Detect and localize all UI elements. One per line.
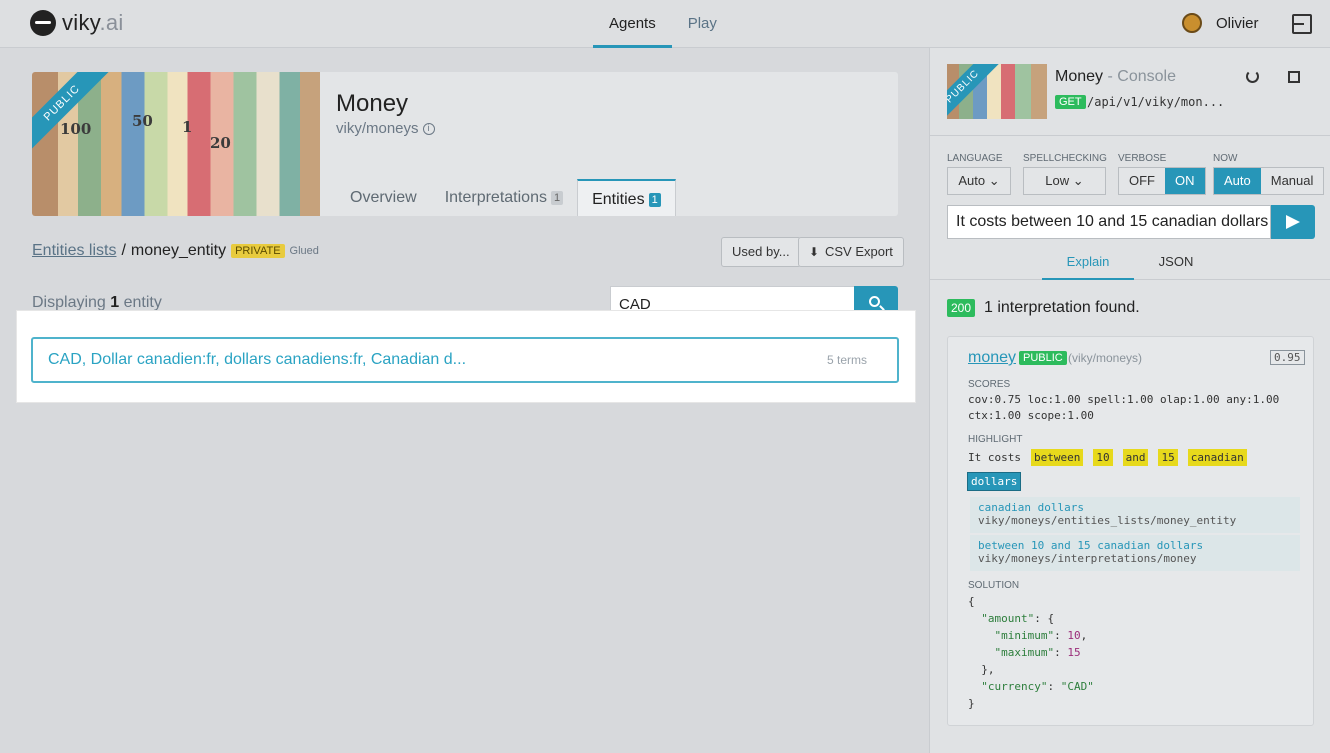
tab-interpretations[interactable]: Interpretations 1 [431, 179, 577, 216]
agent-name: Money [336, 90, 409, 117]
highlight-word-selected[interactable]: dollars [966, 472, 1022, 491]
nav-play[interactable]: Play [672, 0, 733, 48]
nav-agents[interactable]: Agents [593, 0, 672, 48]
console-tabs: Explain JSON [930, 252, 1330, 280]
entity-list-highlight: CAD, Dollar canadien:fr, dollars canadie… [17, 311, 915, 402]
avatar [1182, 13, 1202, 33]
interpretation-slug: (viky/moneys) [1068, 351, 1143, 365]
logo-icon [30, 10, 56, 36]
status-badge: 200 [947, 299, 976, 317]
highlight-word[interactable]: between [1030, 449, 1084, 466]
console-panel: PUBLIC Money - Console GET /api/v1/viky/… [929, 48, 1330, 753]
breadcrumb-entities-lists[interactable]: Entities lists [32, 242, 116, 260]
list-item[interactable]: CAD, Dollar canadien:fr, dollars canadie… [31, 337, 899, 383]
console-agent-image: PUBLIC [947, 64, 1047, 119]
solution-json: { "amount": { "minimum": 10, "maximum": … [968, 595, 1094, 710]
public-badge: PUBLIC [1019, 351, 1067, 365]
logo-text: viky.ai [62, 10, 124, 35]
info-icon[interactable]: i [422, 123, 435, 136]
chevron-down-icon: ⌄ [1072, 173, 1084, 188]
found-text: 1 interpretation found. [984, 299, 1140, 316]
logo[interactable]: viky.ai [30, 10, 124, 36]
agent-slug: viky/moneys i [336, 120, 435, 137]
query-input[interactable]: It costs between 10 and 15 canadian doll… [947, 205, 1271, 239]
tab-json[interactable]: JSON [1134, 252, 1218, 280]
entities-count: 1 [648, 192, 661, 207]
highlight-word[interactable]: 15 [1158, 449, 1178, 466]
displaying-count: Displaying 1 entity [32, 294, 162, 311]
logout-icon[interactable] [1292, 14, 1312, 34]
user-name: Olivier [1216, 14, 1259, 32]
method-badge: GET [1055, 95, 1086, 109]
verbose-off[interactable]: OFF [1119, 168, 1165, 194]
agent-image: 100 50 1 20 PUBLIC [32, 72, 320, 216]
highlight-word[interactable]: and [1122, 449, 1149, 466]
scores-line: cov:0.75 loc:1.00 spell:1.00 olap:1.00 a… [968, 393, 1280, 406]
highlight-word[interactable]: canadian [1187, 449, 1247, 466]
divider [930, 135, 1330, 136]
private-badge: PRIVATE [231, 244, 285, 258]
breadcrumb-current: money_entity [130, 242, 227, 259]
endpoint-url: /api/v1/viky/mon... [1087, 95, 1225, 109]
agent-header: 100 50 1 20 PUBLIC Money viky/moneys i Ov… [32, 72, 898, 216]
breadcrumb: Entities lists / money_entity PRIVATE Gl… [32, 242, 319, 260]
match-entity: canadian dollars viky/moneys/entities_li… [970, 497, 1300, 533]
agent-tabs: Overview Interpretations 1 Entities 1 [336, 179, 676, 216]
verbose-on[interactable]: ON [1165, 168, 1205, 194]
console-public-ribbon: PUBLIC [947, 64, 1005, 119]
verbose-toggle: OFF ON [1118, 167, 1206, 195]
public-ribbon: PUBLIC [32, 72, 113, 154]
used-by-button[interactable]: Used by... [721, 237, 801, 267]
search-icon [869, 296, 880, 307]
console-title: Money - Console [1055, 68, 1176, 85]
tab-entities[interactable]: Entities 1 [577, 179, 676, 216]
score-badge: 0.95 [1270, 350, 1305, 365]
spellchecking-select[interactable]: Low ⌄ [1023, 167, 1106, 195]
entity-terms-count: 5 terms [826, 353, 867, 367]
expand-icon[interactable] [1288, 71, 1300, 83]
tab-explain[interactable]: Explain [1042, 252, 1134, 280]
now-auto[interactable]: Auto [1214, 168, 1261, 194]
refresh-icon[interactable] [1246, 70, 1259, 83]
language-select[interactable]: Auto ⌄ [947, 167, 1011, 195]
interpretations-count: 1 [550, 190, 564, 205]
csv-export-button[interactable]: ⬇ CSV Export [798, 237, 904, 267]
highlight-line: It costs between 10 and 15 canadian [968, 449, 1247, 466]
interpretation-card: money PUBLIC (viky/moneys) 0.95 SCORES c… [947, 336, 1314, 726]
entity-terms-text: CAD, Dollar canadien:fr, dollars canadie… [48, 351, 467, 368]
match-interpretation: between 10 and 15 canadian dollars viky/… [970, 535, 1300, 571]
interpretation-link[interactable]: money [968, 349, 1016, 367]
highlight-word[interactable]: 10 [1093, 449, 1113, 466]
scores-line: ctx:1.00 scope:1.00 [968, 409, 1094, 422]
chevron-down-icon: ⌄ [988, 173, 1000, 188]
download-icon: ⬇ [809, 245, 820, 259]
main-nav: Agents Play [593, 0, 733, 48]
now-toggle: Auto Manual [1213, 167, 1325, 195]
now-manual[interactable]: Manual [1260, 168, 1324, 194]
user-menu[interactable]: Olivier [1182, 13, 1259, 33]
top-bar: viky.ai Agents Play Olivier [0, 0, 1330, 48]
send-button[interactable] [1271, 205, 1315, 239]
glued-label: Glued [289, 245, 319, 257]
tab-overview[interactable]: Overview [336, 179, 431, 216]
